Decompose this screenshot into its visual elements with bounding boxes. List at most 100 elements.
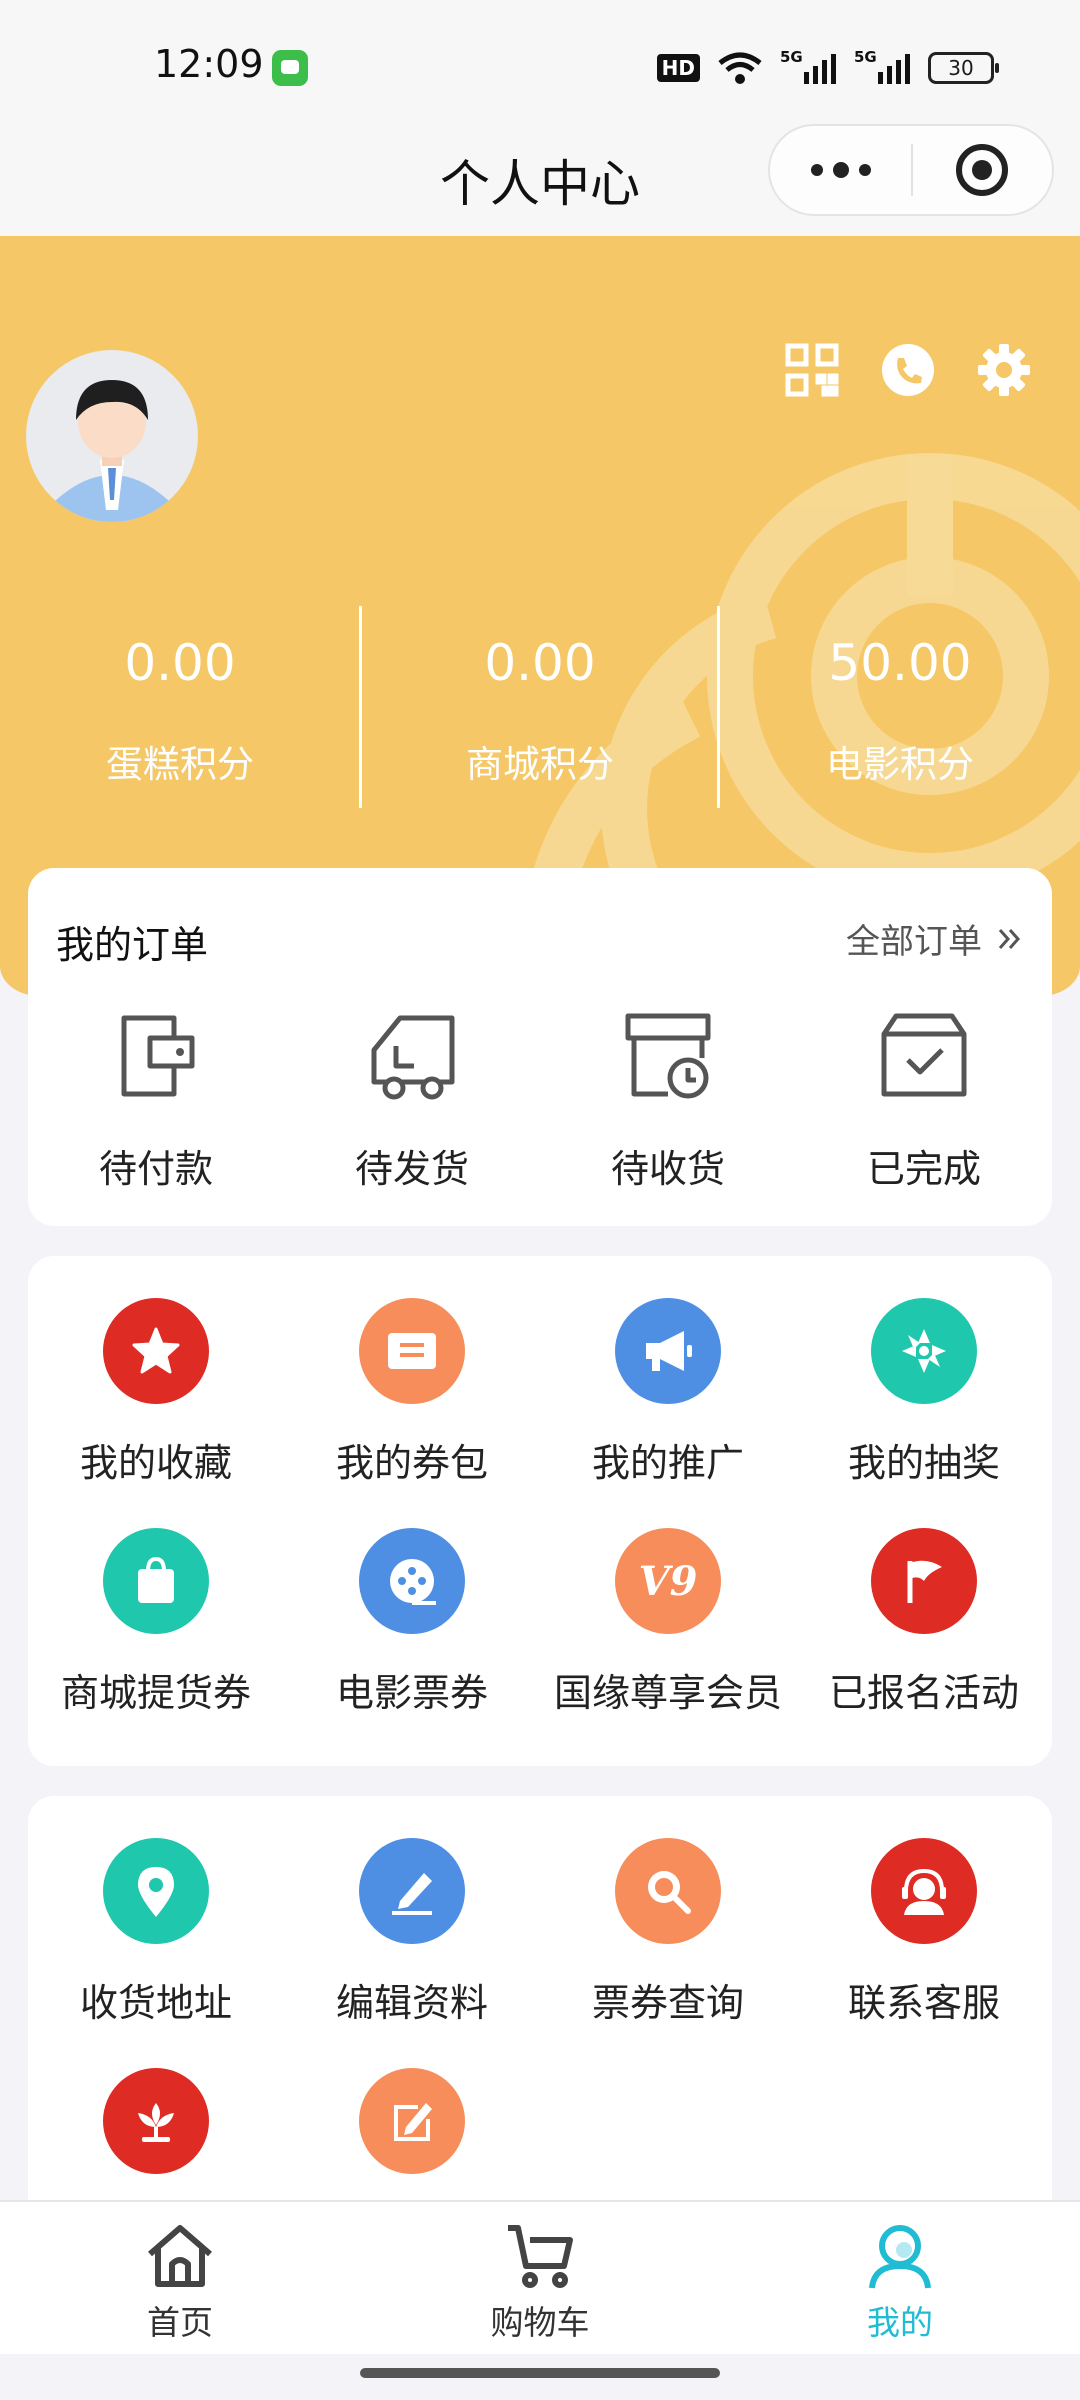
coupon-wallet-button[interactable]: 我的券包 — [284, 1298, 540, 1487]
status-bar: 12:09 HD 5G 5G 30 — [0, 0, 1080, 130]
settings-button[interactable] — [976, 342, 1032, 398]
headset-agent-icon — [871, 1838, 977, 1944]
tab-label: 购物车 — [490, 2303, 590, 2342]
tab-profile[interactable]: 我的 — [720, 2202, 1080, 2354]
flag-icon — [871, 1528, 977, 1634]
v9-badge-icon: V9 — [615, 1528, 721, 1634]
target-icon — [956, 144, 1009, 196]
order-completed[interactable]: 已完成 — [796, 1010, 1052, 1193]
order-label: 待发货 — [354, 1147, 469, 1191]
tool-label: 国缘尊享会员 — [553, 1671, 782, 1715]
vip-membership-button[interactable]: V9 国缘尊享会员 — [540, 1528, 796, 1717]
box-check-icon — [881, 1013, 967, 1097]
order-pending-payment[interactable]: 待付款 — [28, 1010, 284, 1193]
lottery-button[interactable]: 我的抽奖 — [796, 1298, 1052, 1487]
truck-icon — [371, 1015, 455, 1100]
orders-card: 我的订单 全部订单 待付款 待发货 待收货 已完成 — [28, 868, 1052, 1226]
phone-icon — [882, 344, 934, 396]
wifi-icon — [718, 52, 762, 84]
services-row — [28, 2068, 1052, 2202]
tab-label: 我的 — [867, 2303, 933, 2342]
favorites-button[interactable]: 我的收藏 — [28, 1298, 284, 1487]
tools-row: 商城提货券 电影票券 V9 国缘尊享会员 已报名活动 — [28, 1528, 1052, 1717]
film-reel-icon — [359, 1528, 465, 1634]
coupon-icon — [359, 1298, 465, 1404]
registered-events-button[interactable]: 已报名活动 — [796, 1528, 1052, 1717]
profile-icon — [869, 2225, 931, 2289]
service-label: 收货地址 — [79, 1981, 232, 2025]
tool-label: 我的券包 — [335, 1441, 488, 1485]
gear-icon — [978, 344, 1030, 396]
mall-voucher-button[interactable]: 商城提货券 — [28, 1528, 284, 1717]
tool-label: 电影票券 — [335, 1671, 488, 1715]
tab-cart[interactable]: 购物车 — [360, 2202, 720, 2354]
service-label: 票券查询 — [591, 1981, 744, 2025]
edit-note-icon — [359, 2068, 465, 2174]
receive-clock-icon — [625, 1013, 711, 1099]
order-status-row: 待付款 待发货 待收货 已完成 — [28, 1010, 1052, 1193]
tool-label: 我的收藏 — [79, 1441, 232, 1485]
services-card: 收货地址 编辑资料 票券查询 联系客服 — [28, 1796, 1052, 2256]
customer-service-button[interactable]: 联系客服 — [796, 1838, 1052, 2027]
tools-card: 我的收藏 我的券包 我的推广 我的抽奖 商城提货券 电影票券 V9 国缘尊享会员… — [28, 1256, 1052, 1766]
shopping-bag-icon — [103, 1528, 209, 1634]
service-label: 编辑资料 — [335, 1981, 488, 2025]
tool-label: 我的抽奖 — [847, 1441, 1000, 1485]
service-item[interactable] — [284, 2068, 540, 2202]
star-icon — [103, 1298, 209, 1404]
bottom-tab-bar: 首页 购物车 我的 — [0, 2200, 1080, 2354]
order-label: 已完成 — [866, 1147, 981, 1191]
divider — [359, 606, 362, 808]
pen-icon — [359, 1838, 465, 1944]
tool-label: 商城提货券 — [60, 1671, 251, 1715]
close-mini-program-button[interactable] — [913, 126, 1052, 214]
tool-label: 我的推广 — [591, 1441, 744, 1485]
home-icon — [148, 2225, 212, 2287]
tab-home[interactable]: 首页 — [0, 2202, 360, 2354]
points-label: 电影积分 — [826, 743, 974, 786]
qr-code-button[interactable] — [784, 342, 840, 398]
hero-actions — [784, 342, 1032, 398]
service-item[interactable] — [28, 2068, 284, 2202]
points-label: 商城积分 — [466, 743, 614, 786]
message-notification-icon — [272, 50, 308, 86]
location-pin-icon — [103, 1838, 209, 1944]
tools-row: 我的收藏 我的券包 我的推广 我的抽奖 — [28, 1298, 1052, 1487]
pinwheel-icon — [871, 1298, 977, 1404]
divider — [717, 606, 720, 808]
ticket-query-button[interactable]: 票券查询 — [540, 1838, 796, 2027]
movie-points[interactable]: 50.00 电影积分 — [720, 606, 1080, 810]
order-label: 待收货 — [610, 1147, 725, 1191]
mall-points[interactable]: 0.00 商城积分 — [360, 606, 720, 810]
cart-icon — [508, 2225, 573, 2288]
order-to-receive[interactable]: 待收货 — [540, 1010, 796, 1193]
orders-title: 我的订单 — [56, 923, 209, 967]
movie-ticket-button[interactable]: 电影票券 — [284, 1528, 540, 1717]
services-row: 收货地址 编辑资料 票券查询 联系客服 — [28, 1838, 1052, 2027]
signal-icon: 5G — [854, 48, 910, 84]
qr-code-icon — [785, 343, 839, 397]
points-value: 0.00 — [124, 634, 236, 692]
wallet-icon — [121, 1015, 195, 1097]
status-time: 12:09 — [154, 42, 264, 86]
points-label: 蛋糕积分 — [106, 743, 254, 786]
service-label: 联系客服 — [847, 1981, 1000, 2025]
tab-label: 首页 — [147, 2303, 213, 2342]
tool-label: 已报名活动 — [828, 1671, 1019, 1715]
cake-points[interactable]: 0.00 蛋糕积分 — [0, 606, 360, 810]
points-value: 50.00 — [828, 634, 972, 692]
order-to-ship[interactable]: 待发货 — [284, 1010, 540, 1193]
more-options-button[interactable] — [770, 126, 911, 214]
shipping-address-button[interactable]: 收货地址 — [28, 1838, 284, 2027]
avatar[interactable] — [26, 350, 198, 522]
promotion-button[interactable]: 我的推广 — [540, 1298, 796, 1487]
megaphone-icon — [615, 1298, 721, 1404]
edit-profile-button[interactable]: 编辑资料 — [284, 1838, 540, 2027]
points-value: 0.00 — [484, 634, 596, 692]
double-chevron-right-icon — [998, 928, 1021, 949]
magnifier-icon — [615, 1838, 721, 1944]
mini-program-capsule — [768, 124, 1054, 216]
phone-button[interactable] — [880, 342, 936, 398]
battery-icon: 30 — [928, 52, 999, 84]
all-orders-link[interactable]: 全部订单 — [846, 914, 1022, 963]
